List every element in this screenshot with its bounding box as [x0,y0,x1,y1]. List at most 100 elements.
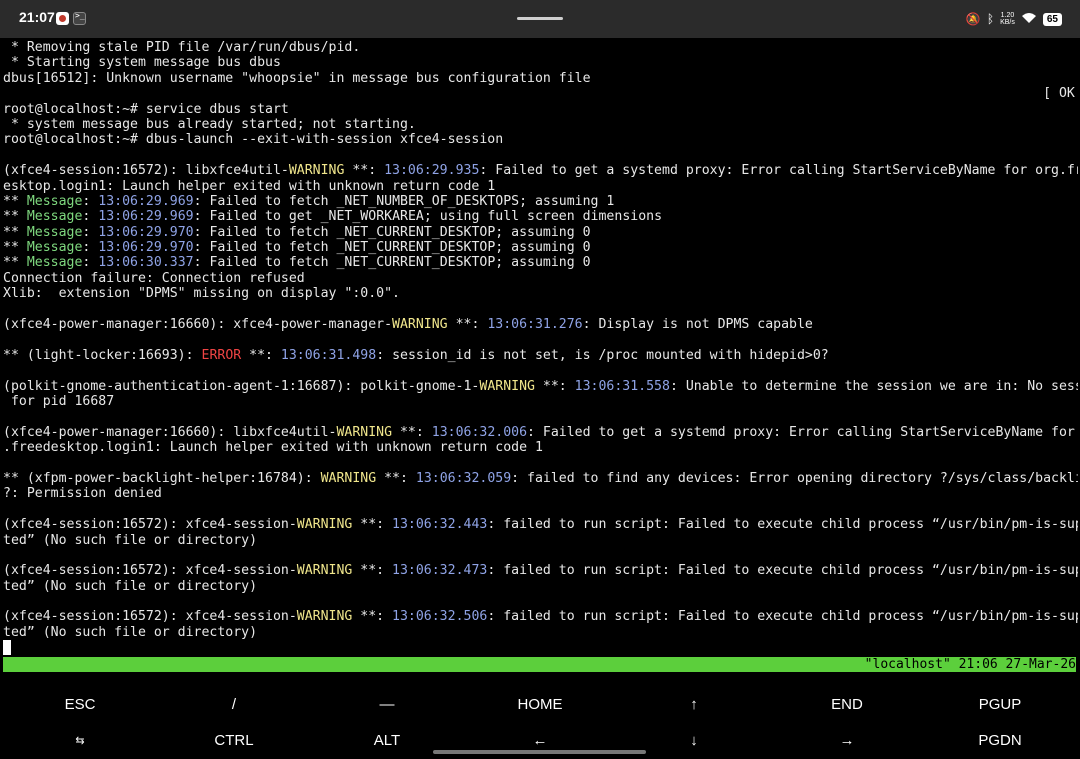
terminal-line: ** Message: 13:06:29.969: Failed to get … [3,209,1078,224]
terminal-text: 13:06:29.935 [384,163,480,179]
terminal-line: ** Message: 13:06:29.969: Failed to fetc… [3,194,1078,209]
terminal-line: root@localhost:~# service dbus start [3,102,1078,117]
terminal-text: Message [26,255,83,271]
terminal-text: esktop.login1: Launch helper exited with… [3,178,496,194]
terminal-cursor [3,640,11,656]
key-end[interactable]: END [770,696,924,713]
key-left[interactable]: ← [463,732,617,749]
terminal-text: : failed to run script: Failed to execut… [487,609,1078,625]
terminal-text: (xfce4-session:16572): libxfce4util- [3,163,289,179]
terminal-text: root@localhost:~# dbus-launch --exit-wit… [3,132,504,148]
key-right[interactable]: → [770,732,924,749]
terminal-text: [ OK ] [3,86,1078,102]
terminal-line: dbus[16512]: Unknown username "whoopsie"… [3,71,1078,86]
key-down[interactable]: ↓ [617,732,771,749]
terminal-text: Message [26,224,83,240]
terminal-text: * Starting system message bus dbus [3,55,281,71]
terminal-text: dbus[16512]: Unknown username "whoopsie"… [3,70,591,86]
terminal-line: [ OK ] [3,86,1078,101]
terminal-text: 13:06:29.970 [98,240,194,256]
terminal-text: **: [241,347,281,363]
terminal-text: WARNING [296,563,353,579]
key-slash[interactable]: / [157,696,311,713]
terminal-text: Connection failure: Connection refused [3,270,305,286]
terminal-text: 13:06:29.969 [98,193,194,209]
terminal-text: : Unable to determine the session we are… [669,378,1078,394]
bluetooth-icon: ᛒ [986,12,995,26]
terminal-text: ** [3,193,27,209]
terminal-text: ERROR [201,347,242,363]
key-ctrl[interactable]: CTRL [157,732,311,749]
terminal-line: (xfce4-session:16572): libxfce4util-WARN… [3,163,1078,178]
gesture-nav-bar[interactable] [433,750,646,754]
terminal-text: .freedesktop.login1: Launch helper exite… [3,440,543,456]
network-speed: 1.20 KB/s [1000,12,1015,26]
terminal-text: : failed to find any devices: Error open… [511,470,1078,486]
terminal-text: : Failed to fetch _NET_NUMBER_OF_DESKTOP… [193,193,615,209]
terminal-text: 13:06:30.337 [98,255,194,271]
terminal-text: **: [344,163,385,179]
key-pgdn[interactable]: PGDN [923,732,1077,749]
terminal-output[interactable]: * Removing stale PID file /var/run/dbus/… [3,40,1078,656]
terminal-text: Message [26,209,83,225]
terminal-text: Xlib: extension "DPMS" missing on displa… [3,286,400,302]
terminal-text: 13:06:31.276 [487,317,583,333]
terminal-text: 13:06:32.059 [415,470,512,486]
terminal-prompt-line [3,640,1078,656]
terminal-text: (polkit-gnome-authentication-agent-1:166… [3,378,480,394]
terminal-text: **: [352,563,393,579]
terminal-text: ** [3,255,27,271]
key-up[interactable]: ↑ [617,696,771,713]
terminal-text: WARNING [288,163,345,179]
terminal-line: (xfce4-session:16572): xfce4-session-WAR… [3,517,1078,532]
key-dash[interactable]: — [310,696,464,713]
terminal-text: (xfce4-power-manager:16660): xfce4-power… [3,317,393,333]
terminal-line: * Removing stale PID file /var/run/dbus/… [3,40,1078,55]
terminal-text: : [82,240,99,256]
key-tab[interactable]: ⇆ [3,734,157,747]
terminal-text: root@localhost:~# service dbus start [3,101,289,117]
terminal-text: : Failed to get a systemd proxy: Error c… [479,163,1078,179]
terminal-text: : session_id is not set, is /proc mounte… [376,347,829,363]
terminal-text: WARNING [336,424,393,440]
key-home[interactable]: HOME [463,696,617,713]
terminal-text: ** [3,209,27,225]
system-icons: 🔕 ᛒ 1.20 KB/s 65 [966,9,1062,29]
window-handle[interactable] [517,17,563,20]
terminal-text: WARNING [479,378,535,394]
terminal-text: Message [26,193,83,209]
terminal-text: ** [3,224,27,240]
terminal-text: 13:06:29.970 [98,224,194,240]
key-pgup[interactable]: PGUP [923,696,1077,713]
network-speed-unit: KB/s [1000,19,1015,26]
terminal-text: **: [352,609,393,625]
key-alt[interactable]: ALT [310,732,464,749]
terminal-text: ** [3,240,27,256]
terminal-text: : Failed to fetch _NET_CURRENT_DESKTOP; … [193,224,591,240]
terminal-line: ted” (No such file or directory) [3,579,1078,594]
terminal-line: (xfce4-power-manager:16660): xfce4-power… [3,317,1078,332]
terminal-text: : [82,193,99,209]
terminal-line: ** (light-locker:16693): ERROR **: 13:06… [3,348,1078,363]
terminal-line: (xfce4-session:16572): xfce4-session-WAR… [3,563,1078,578]
terminal-text: ted” (No such file or directory) [3,624,258,640]
terminal-line: (polkit-gnome-authentication-agent-1:166… [3,379,1078,394]
tmux-status-bar: [0] 0:xfce4-session* 1:bash- "localhost"… [3,657,1076,687]
terminal-text: (xfce4-session:16572): xfce4-session- [3,517,297,533]
terminal-text: : Failed to fetch _NET_CURRENT_DESKTOP; … [193,255,591,271]
terminal-text: **: [534,378,575,394]
terminal-text: Message [26,240,83,256]
terminal-text: 13:06:32.443 [392,517,488,533]
key-esc[interactable]: ESC [3,696,157,713]
terminal-line: ted” (No such file or directory) [3,625,1078,640]
terminal-app-icon [73,11,86,25]
terminal-text: : Failed to fetch _NET_CURRENT_DESKTOP; … [193,240,591,256]
terminal-line: esktop.login1: Launch helper exited with… [3,179,1078,194]
terminal-text: : [82,209,99,225]
